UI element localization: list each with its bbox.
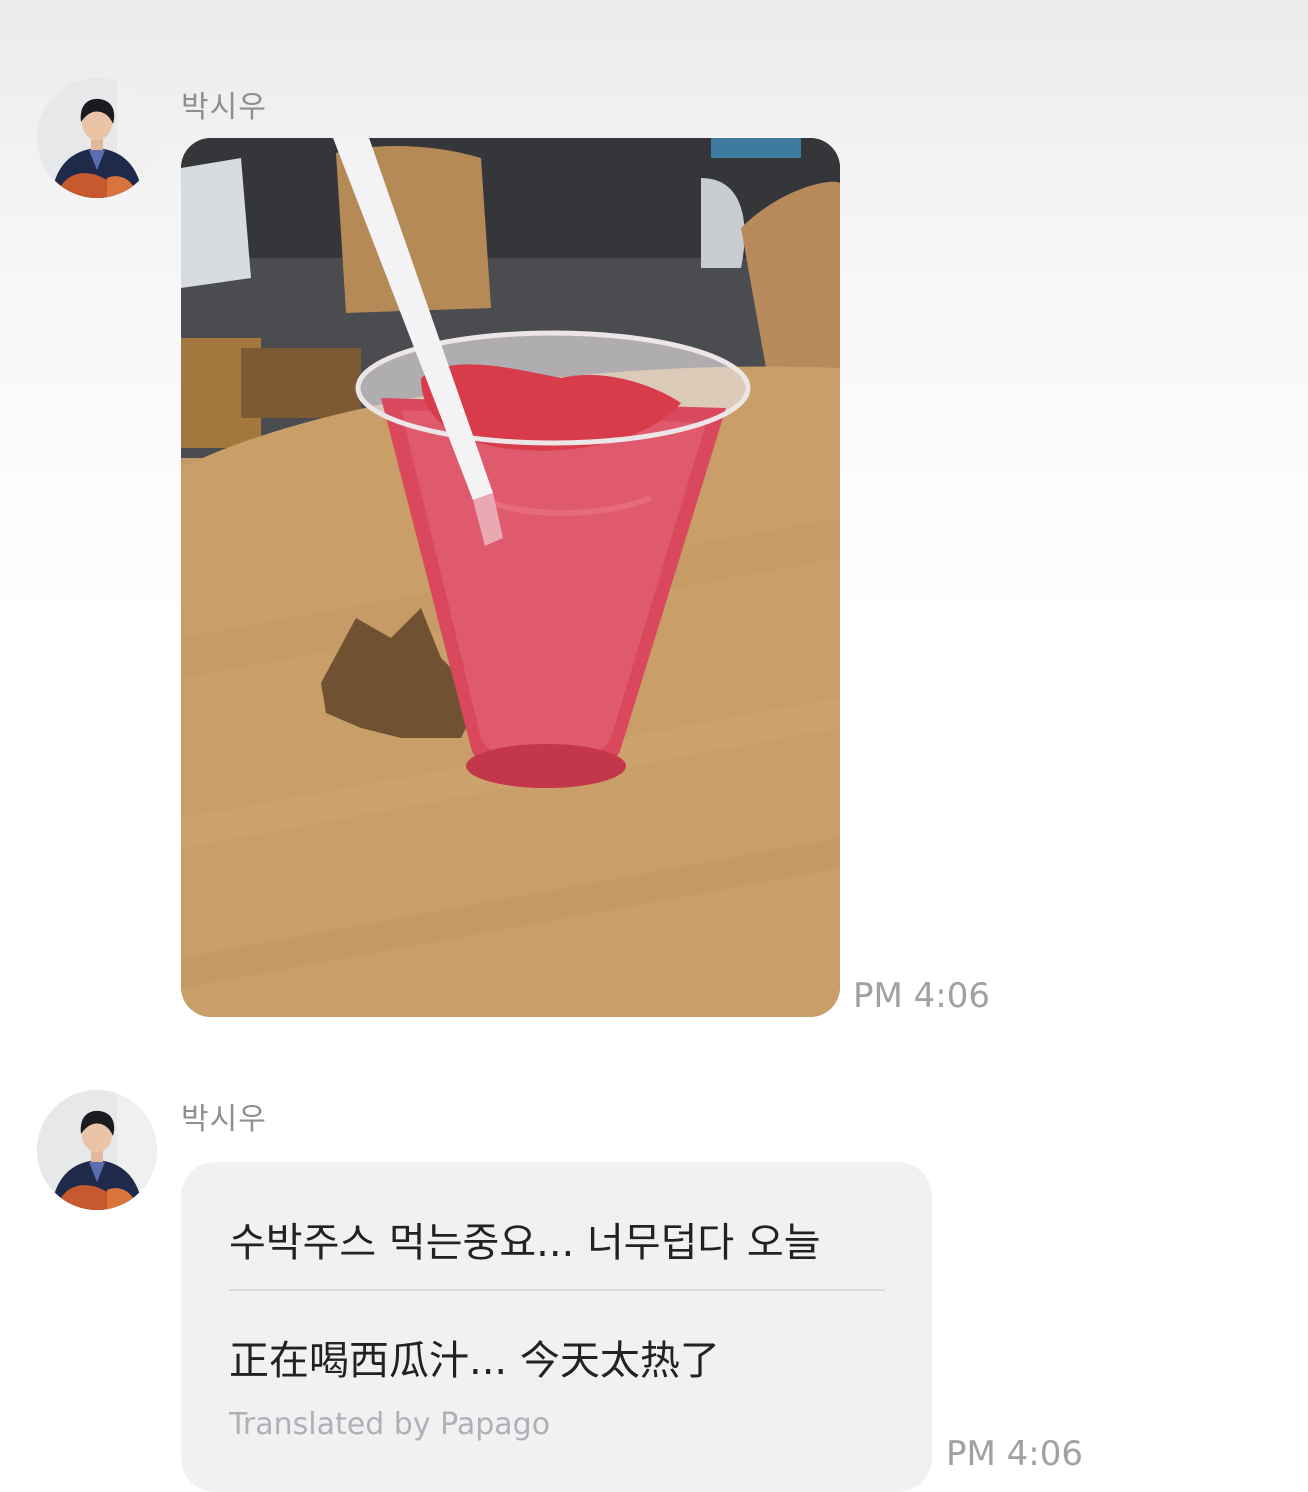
translation-credit: Translated by Papago <box>229 1407 551 1442</box>
previous-message-bubble[interactable] <box>212 0 612 4</box>
sender-avatar[interactable] <box>37 78 157 198</box>
translation-divider <box>229 1289 885 1291</box>
message-timestamp: PM 4:06 <box>853 976 990 1016</box>
photo-message[interactable] <box>181 138 840 1017</box>
message-translated-text: 正在喝西瓜汁... 今天太热了 <box>229 1338 720 1384</box>
message-original-text: 수박주스 먹는중요... 너무덥다 오늘 <box>229 1220 821 1266</box>
text-message-bubble[interactable]: 수박주스 먹는중요... 너무덥다 오늘 正在喝西瓜汁... 今天太热了 Tra… <box>181 1162 932 1492</box>
sender-name: 박시우 <box>181 1102 267 1137</box>
message-timestamp: PM 4:06 <box>946 1434 1083 1474</box>
profile-photo-icon <box>37 1090 157 1210</box>
sender-avatar[interactable] <box>37 1090 157 1210</box>
profile-photo-icon <box>37 78 157 198</box>
sender-name: 박시우 <box>181 90 267 125</box>
watermelon-juice-photo <box>181 138 840 1017</box>
